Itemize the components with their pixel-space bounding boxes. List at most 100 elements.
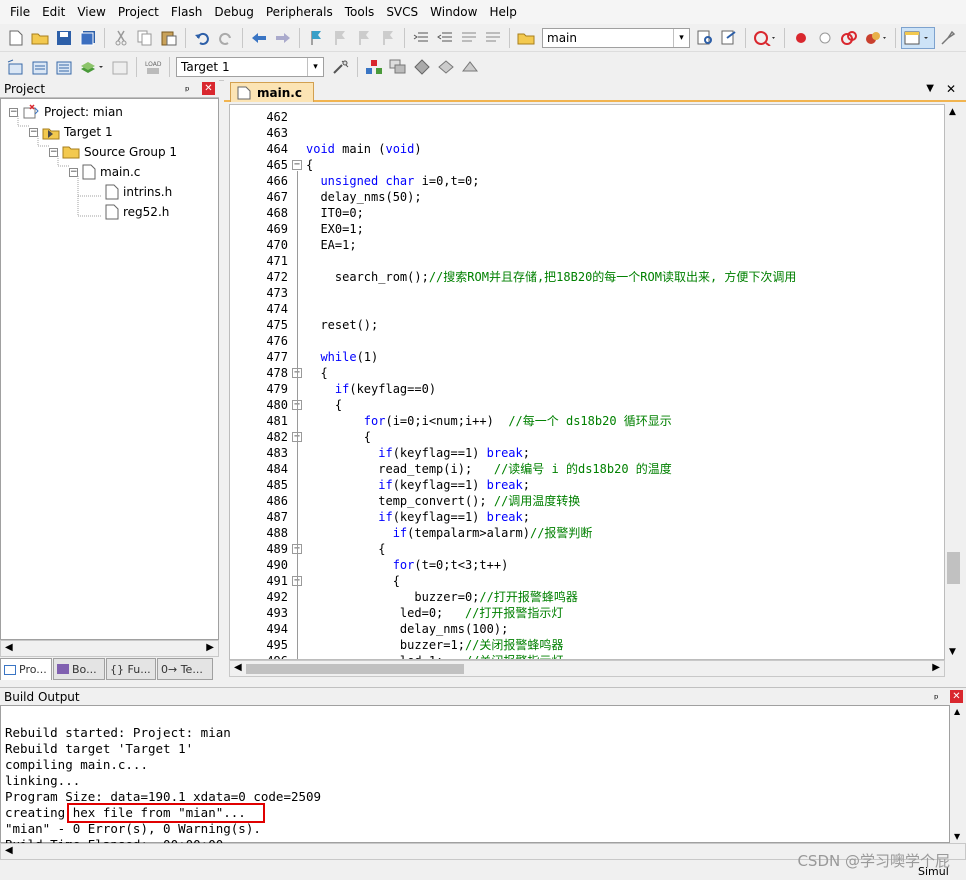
code-line[interactable]: 473 xyxy=(230,285,944,301)
menu-debug[interactable]: Debug xyxy=(208,0,259,24)
code-line[interactable]: 467 delay_nms(50); xyxy=(230,189,944,205)
copy-icon[interactable] xyxy=(134,27,156,49)
code-line[interactable]: 493 led=0; //打开报警指示灯 xyxy=(230,605,944,621)
target-combo[interactable]: Target 1 ▾ xyxy=(176,56,324,77)
menu-tools[interactable]: Tools xyxy=(339,0,381,24)
replace-icon[interactable] xyxy=(718,27,740,49)
close-icon[interactable]: ✕ xyxy=(950,690,963,703)
code-line[interactable]: 487 if(keyflag==1) break; xyxy=(230,509,944,525)
code-line[interactable]: 483 if(keyflag==1) break; xyxy=(230,445,944,461)
code-line[interactable]: 482− { xyxy=(230,429,944,445)
chevron-down-icon[interactable]: ▼ xyxy=(926,83,934,94)
chevron-down-icon[interactable]: ▾ xyxy=(673,28,689,47)
code-line[interactable]: 490 for(t=0;t<3;t++) xyxy=(230,557,944,573)
code-line[interactable]: 480− { xyxy=(230,397,944,413)
code-line[interactable]: 491− { xyxy=(230,573,944,589)
code-line[interactable]: 478− { xyxy=(230,365,944,381)
scroll-down-icon[interactable]: ▼ xyxy=(949,647,956,657)
find-combo[interactable]: main ▾ xyxy=(542,27,690,48)
save-all-icon[interactable] xyxy=(77,27,99,49)
file-extensions-icon[interactable] xyxy=(387,56,409,78)
cut-icon[interactable] xyxy=(110,27,132,49)
tab-books[interactable]: Bo... xyxy=(53,658,105,680)
bookmark-next-icon[interactable] xyxy=(353,27,375,49)
breakpoint-enable-icon[interactable] xyxy=(862,27,890,49)
code-line[interactable]: 472 search_rom();//搜索ROM并且存储,把18B20的每一个R… xyxy=(230,269,944,285)
open-folder-icon[interactable] xyxy=(29,27,51,49)
code-line[interactable]: 481 for(i=0;i<num;i++) //每一个 ds18b20 循环显… xyxy=(230,413,944,429)
tab-main-c[interactable]: main.c xyxy=(230,82,314,102)
code-editor[interactable]: 462 463 464 void main (void) 465−{466 unsign… xyxy=(229,104,945,660)
window-layout-icon[interactable] xyxy=(901,26,935,49)
select-packs-icon[interactable] xyxy=(435,56,457,78)
editor-hscrollbar[interactable]: ◀ ▶ xyxy=(229,660,945,677)
scroll-right-icon[interactable]: ▶ xyxy=(206,642,214,653)
tab-templates[interactable]: 0→ Te... xyxy=(157,658,213,680)
code-line[interactable]: 486 temp_convert(); //调用温度转换 xyxy=(230,493,944,509)
code-line[interactable]: 471 xyxy=(230,253,944,269)
code-line[interactable]: 476 xyxy=(230,333,944,349)
menu-edit[interactable]: Edit xyxy=(36,0,71,24)
menu-window[interactable]: Window xyxy=(424,0,483,24)
scroll-thumb[interactable] xyxy=(246,664,464,674)
code-line[interactable]: 466 unsigned char i=0,t=0; xyxy=(230,173,944,189)
manage-components-icon[interactable] xyxy=(363,56,385,78)
uncomment-icon[interactable] xyxy=(482,27,504,49)
translate-icon[interactable] xyxy=(5,56,27,78)
breakpoint-kill-icon[interactable] xyxy=(838,27,860,49)
scroll-left-icon[interactable]: ◀ xyxy=(234,662,242,673)
debug-session-icon[interactable] xyxy=(751,27,779,49)
code-line[interactable]: 479 if(keyflag==0) xyxy=(230,381,944,397)
build-vscrollbar[interactable]: ▲ ▼ xyxy=(950,705,966,843)
pack-installer-icon[interactable] xyxy=(411,56,433,78)
rte-icon[interactable] xyxy=(459,56,481,78)
code-line[interactable]: 474 xyxy=(230,301,944,317)
stop-build-icon[interactable] xyxy=(109,56,131,78)
undo-icon[interactable] xyxy=(191,27,213,49)
menu-help[interactable]: Help xyxy=(483,0,522,24)
editor-vscrollbar[interactable]: ▲ ▼ xyxy=(945,104,962,660)
find-icon[interactable] xyxy=(694,27,716,49)
menu-peripherals[interactable]: Peripherals xyxy=(260,0,339,24)
close-icon[interactable]: ✕ xyxy=(202,82,215,95)
new-file-icon[interactable] xyxy=(5,27,27,49)
breakpoint-disable-icon[interactable] xyxy=(814,27,836,49)
rebuild-icon[interactable] xyxy=(53,56,75,78)
batch-build-icon[interactable] xyxy=(77,56,107,78)
fold-toggle-icon[interactable]: − xyxy=(292,160,302,170)
code-line[interactable]: 470 EA=1; xyxy=(230,237,944,253)
scroll-left-icon[interactable]: ◀ xyxy=(5,845,13,856)
nav-forward-icon[interactable] xyxy=(272,27,294,49)
find-in-files-icon[interactable] xyxy=(515,27,537,49)
nav-back-icon[interactable] xyxy=(248,27,270,49)
code-line[interactable]: 489− { xyxy=(230,541,944,557)
tab-functions[interactable]: {} Fu... xyxy=(106,658,156,680)
save-icon[interactable] xyxy=(53,27,75,49)
config-icon[interactable] xyxy=(937,27,959,49)
menu-file[interactable]: File xyxy=(4,0,36,24)
bookmark-prev-icon[interactable] xyxy=(329,27,351,49)
scroll-down-icon[interactable]: ▼ xyxy=(954,832,960,841)
menu-view[interactable]: View xyxy=(71,0,111,24)
scroll-up-icon[interactable]: ▲ xyxy=(954,707,960,716)
code-line[interactable]: 468 IT0=0; xyxy=(230,205,944,221)
code-line[interactable]: 492 buzzer=0;//打开报警蜂鸣器 xyxy=(230,589,944,605)
code-line[interactable]: 475 reset(); xyxy=(230,317,944,333)
scroll-up-icon[interactable]: ▲ xyxy=(949,107,956,117)
code-line[interactable]: 463 xyxy=(230,125,944,141)
close-icon[interactable]: ✕ xyxy=(946,82,956,96)
code-line[interactable]: 484 read_temp(i); //读编号 i 的ds18b20 的温度 xyxy=(230,461,944,477)
code-line[interactable]: 477 while(1) xyxy=(230,349,944,365)
code-line[interactable]: 485 if(keyflag==1) break; xyxy=(230,477,944,493)
scroll-left-icon[interactable]: ◀ xyxy=(5,642,13,653)
build-icon[interactable] xyxy=(29,56,51,78)
paste-icon[interactable] xyxy=(158,27,180,49)
code-line[interactable]: 464 void main (void) xyxy=(230,141,944,157)
code-line[interactable]: 469 EX0=1; xyxy=(230,221,944,237)
chevron-down-icon[interactable]: ▾ xyxy=(307,57,323,76)
unindent-icon[interactable] xyxy=(434,27,456,49)
code-line[interactable]: 496 led=1; //关闭报警指示灯 xyxy=(230,653,944,659)
code-line[interactable]: 488 if(tempalarm>alarm)//报警判断 xyxy=(230,525,944,541)
code-line[interactable]: 465−{ xyxy=(230,157,944,173)
comment-icon[interactable] xyxy=(458,27,480,49)
